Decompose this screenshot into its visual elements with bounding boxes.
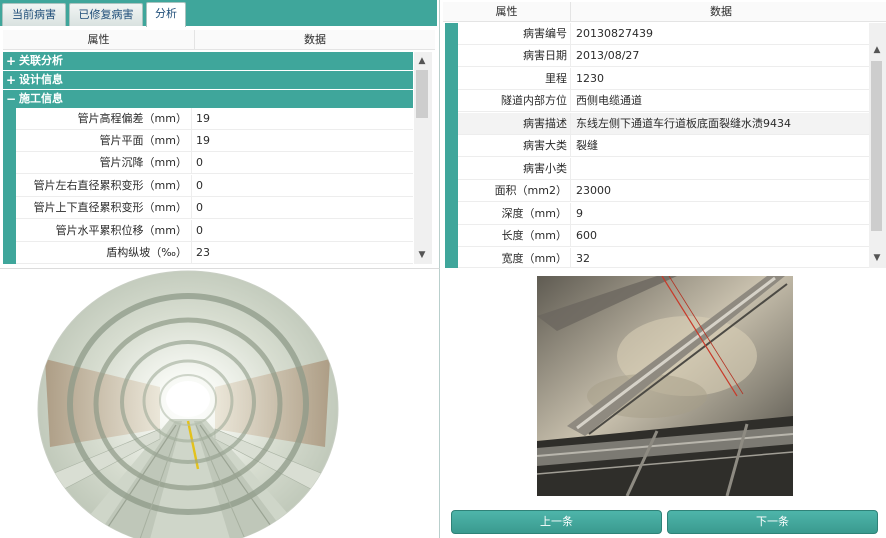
property-row[interactable]: 管片高程偏差（mm） 19 <box>16 108 413 130</box>
tunnel-3d-view[interactable] <box>0 268 440 538</box>
tab-analysis[interactable]: 分析 <box>146 2 186 27</box>
property-row[interactable]: 盾构纵坡（‰） 23 <box>16 242 413 264</box>
property-row[interactable]: 管片沉降（mm） 0 <box>16 152 413 174</box>
detail-value: 600 <box>576 229 597 242</box>
minus-icon[interactable]: − <box>6 90 16 108</box>
detail-key: 里程 <box>458 68 571 90</box>
property-row[interactable]: 管片平面（mm） 19 <box>16 130 413 152</box>
analysis-panel: 当前病害 已修复病害 分析 属性 数据 + 关联分析 + 设计信息 − 施工信息… <box>0 0 440 268</box>
detail-value: 20130827439 <box>576 27 653 40</box>
detail-value: 西侧电缆通道 <box>576 94 642 107</box>
detail-key: 隧道内部方位 <box>458 90 571 112</box>
detail-row[interactable]: 里程 1230 <box>458 68 870 90</box>
property-key: 管片平面（mm） <box>16 130 192 152</box>
defect-photo-panel: 上一条 下一条 <box>443 268 886 538</box>
right-grid-scrollbar[interactable]: ▲ ▼ <box>869 23 886 268</box>
detail-value: 32 <box>576 252 590 265</box>
plus-icon[interactable]: + <box>6 71 16 89</box>
detail-value: 23000 <box>576 184 611 197</box>
category-association-analysis[interactable]: + 关联分析 <box>3 52 413 70</box>
property-key: 管片上下直径累积变形（mm） <box>16 197 192 219</box>
row-indent-strip <box>445 23 458 268</box>
detail-value: 9 <box>576 207 583 220</box>
property-key: 管片水平累积位移（mm） <box>16 220 192 242</box>
grid-header: 属性 数据 <box>3 30 435 50</box>
chevron-up-icon[interactable]: ▲ <box>869 43 885 57</box>
detail-row[interactable]: 病害描述 东线左侧下通道车行道板底面裂缝水渍9434 <box>458 113 870 135</box>
property-key: 管片高程偏差（mm） <box>16 108 192 130</box>
property-value: 19 <box>196 112 210 125</box>
detail-row[interactable]: 病害编号 20130827439 <box>458 23 870 45</box>
detail-row[interactable]: 长度（mm） 600 <box>458 225 870 247</box>
category-design-info[interactable]: + 设计信息 <box>3 71 413 89</box>
property-value: 19 <box>196 134 210 147</box>
left-grid-scrollbar[interactable]: ▲ ▼ <box>414 52 432 264</box>
tab-bar: 当前病害 已修复病害 分析 <box>0 0 437 27</box>
property-value: 23 <box>196 246 210 259</box>
scrollbar-thumb[interactable] <box>416 70 428 118</box>
detail-key: 病害大类 <box>458 135 571 157</box>
property-row[interactable]: 管片上下直径累积变形（mm） 0 <box>16 197 413 219</box>
scrollbar-thumb[interactable] <box>871 61 882 231</box>
grid-header: 属性 数据 <box>443 2 886 22</box>
detail-key: 宽度（mm） <box>458 248 571 268</box>
detail-row[interactable]: 病害小类 <box>458 158 870 180</box>
tab-repaired-defects[interactable]: 已修复病害 <box>69 3 143 26</box>
tab-current-defects[interactable]: 当前病害 <box>2 3 66 26</box>
property-key: 盾构纵坡（‰） <box>16 242 192 264</box>
property-key: 管片沉降（mm） <box>16 152 192 174</box>
detail-value: 东线左侧下通道车行道板底面裂缝水渍9434 <box>576 117 791 130</box>
header-data: 数据 <box>710 5 732 18</box>
chevron-up-icon[interactable]: ▲ <box>414 54 430 68</box>
detail-key: 病害小类 <box>458 158 571 180</box>
detail-value: 裂缝 <box>576 139 598 152</box>
property-value: 0 <box>196 224 203 237</box>
category-construction-info[interactable]: − 施工信息 <box>3 90 413 108</box>
category-label: 关联分析 <box>19 54 63 67</box>
plus-icon[interactable]: + <box>6 52 16 70</box>
header-attribute: 属性 <box>3 30 195 50</box>
detail-key: 病害编号 <box>458 23 571 45</box>
category-label: 设计信息 <box>19 73 63 86</box>
tunnel-render <box>37 270 339 538</box>
property-row[interactable]: 管片水平累积位移（mm） 0 <box>16 220 413 242</box>
detail-row[interactable]: 深度（mm） 9 <box>458 203 870 225</box>
detail-key: 病害描述 <box>458 113 571 135</box>
detail-value: 2013/08/27 <box>576 49 640 62</box>
previous-button[interactable]: 上一条 <box>451 510 662 534</box>
defect-photo-render <box>537 276 793 496</box>
row-indent-strip <box>3 108 16 264</box>
category-label: 施工信息 <box>19 92 63 105</box>
detail-key: 深度（mm） <box>458 203 571 225</box>
property-value: 0 <box>196 179 203 192</box>
property-row[interactable]: 管片左右直径累积变形（mm） 0 <box>16 175 413 197</box>
detail-row[interactable]: 病害日期 2013/08/27 <box>458 45 870 67</box>
detail-row[interactable]: 病害大类 裂缝 <box>458 135 870 157</box>
detail-key: 病害日期 <box>458 45 571 67</box>
chevron-down-icon[interactable]: ▼ <box>414 248 430 262</box>
next-button[interactable]: 下一条 <box>667 510 878 534</box>
detail-row[interactable]: 隧道内部方位 西侧电缆通道 <box>458 90 870 112</box>
detail-key: 长度（mm） <box>458 225 571 247</box>
header-data: 数据 <box>304 33 326 46</box>
detail-key: 面积（mm2） <box>458 180 571 202</box>
header-attribute: 属性 <box>443 2 571 22</box>
detail-value: 1230 <box>576 72 604 85</box>
property-key: 管片左右直径累积变形（mm） <box>16 175 192 197</box>
detail-row[interactable]: 宽度（mm） 32 <box>458 248 870 268</box>
property-value: 0 <box>196 156 203 169</box>
detail-row[interactable]: 面积（mm2） 23000 <box>458 180 870 202</box>
defect-photo <box>537 276 793 496</box>
defect-detail-panel: 属性 数据 病害编号 20130827439 病害日期 2013/08/27 里… <box>443 0 886 268</box>
property-value: 0 <box>196 201 203 214</box>
chevron-down-icon[interactable]: ▼ <box>869 251 885 265</box>
